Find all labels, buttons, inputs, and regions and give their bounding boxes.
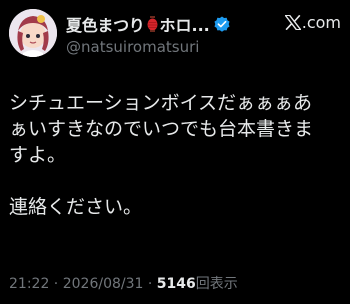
meta-separator: · (49, 276, 63, 292)
post-body-line-2: ぁいすきなのでいつでも台本書きま (9, 118, 314, 140)
post-date[interactable]: 2026/08/31 (63, 276, 144, 292)
post-body-line-4: 連絡ください。 (9, 196, 143, 218)
post-card: 夏色まつり ホロ... @natsuiromatsuri .com シチュエーシ… (0, 0, 350, 304)
display-name-truncated[interactable]: ホロ... (160, 12, 210, 36)
view-count-label: 回表示 (195, 276, 238, 292)
post-meta: 21:22 · 2026/08/31 · 5146回表示 (9, 273, 238, 293)
post-time[interactable]: 21:22 (9, 276, 49, 292)
post-body: シチュエーションボイスだぁぁぁあ ぁいすきなのでいつでも台本書きま すよ。 連絡… (9, 90, 345, 220)
brand-domain: .com (301, 13, 341, 32)
display-name[interactable]: 夏色まつり (66, 12, 145, 36)
user-handle[interactable]: @natsuiromatsuri (66, 38, 199, 56)
display-name-row[interactable]: 夏色まつり ホロ... (66, 13, 281, 35)
lantern-icon (147, 16, 158, 32)
post-header: 夏色まつり ホロ... @natsuiromatsuri .com (9, 8, 341, 62)
brand-mark[interactable]: .com (284, 13, 341, 32)
avatar[interactable] (9, 9, 57, 57)
x-logo-icon (284, 15, 301, 30)
avatar-image (9, 9, 57, 57)
verified-badge-icon (214, 16, 230, 32)
view-count: 5146 (156, 276, 196, 292)
meta-separator: · (143, 276, 157, 292)
post-body-line-1: シチュエーションボイスだぁぁぁあ (9, 92, 313, 114)
post-body-line-3: すよ。 (9, 144, 67, 166)
